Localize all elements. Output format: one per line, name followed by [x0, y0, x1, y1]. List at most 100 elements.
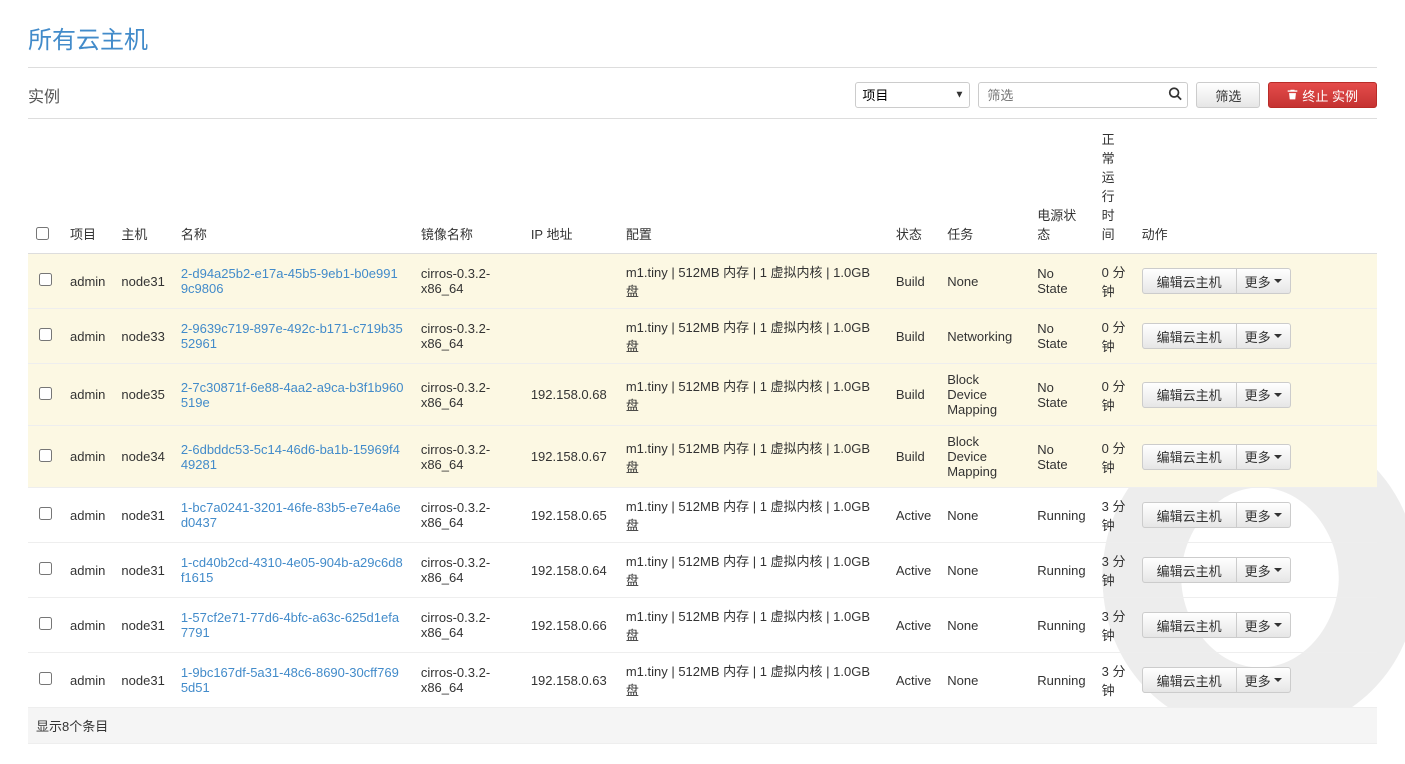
edit-instance-button[interactable]: 编辑云主机	[1142, 612, 1237, 638]
cell-host: node33	[113, 309, 172, 364]
edit-instance-button[interactable]: 编辑云主机	[1142, 268, 1237, 294]
cell-name: 1-cd40b2cd-4310-4e05-904b-a29c6d8f1615	[173, 543, 413, 598]
edit-instance-button[interactable]: 编辑云主机	[1142, 667, 1237, 693]
terminate-button[interactable]: 终止 实例	[1268, 82, 1377, 108]
row-checkbox[interactable]	[39, 273, 52, 286]
footer-summary: 显示8个条目	[28, 708, 1377, 744]
instance-link[interactable]: 2-9639c719-897e-492c-b171-c719b3552961	[181, 321, 403, 351]
cell-uptime: 0 分钟	[1094, 426, 1134, 488]
cell-config: m1.tiny | 512MB 内存 | 1 虚拟内核 | 1.0GB 盘	[618, 488, 888, 543]
cell-task: None	[939, 653, 1029, 708]
cell-project: admin	[62, 364, 113, 426]
caret-down-icon	[1274, 568, 1282, 572]
more-actions-button[interactable]: 更多	[1237, 268, 1291, 294]
edit-instance-button[interactable]: 编辑云主机	[1142, 382, 1237, 408]
row-checkbox[interactable]	[39, 328, 52, 341]
cell-uptime: 0 分钟	[1094, 254, 1134, 309]
cell-task: Block Device Mapping	[939, 364, 1029, 426]
row-checkbox[interactable]	[39, 617, 52, 630]
caret-down-icon	[1274, 334, 1282, 338]
edit-instance-button[interactable]: 编辑云主机	[1142, 557, 1237, 583]
cell-image: cirros-0.3.2-x86_64	[413, 653, 523, 708]
header-checkbox-cell	[28, 119, 62, 254]
select-all-checkbox[interactable]	[36, 227, 49, 240]
edit-instance-button[interactable]: 编辑云主机	[1142, 502, 1237, 528]
cell-name: 2-7c30871f-6e88-4aa2-a9ca-b3f1b960519e	[173, 364, 413, 426]
cell-status: Active	[888, 543, 939, 598]
terminate-label: 终止 实例	[1302, 86, 1358, 105]
table-row: admin node31 1-bc7a0241-3201-46fe-83b5-e…	[28, 488, 1377, 543]
instance-link[interactable]: 2-6dbddc53-5c14-46d6-ba1b-15969f449281	[181, 442, 400, 472]
cell-status: Active	[888, 488, 939, 543]
cell-host: node35	[113, 364, 172, 426]
table-title: 实例	[28, 83, 60, 107]
row-checkbox[interactable]	[39, 387, 52, 400]
cell-config: m1.tiny | 512MB 内存 | 1 虚拟内核 | 1.0GB 盘	[618, 543, 888, 598]
cell-power: No State	[1029, 426, 1093, 488]
cell-host: node31	[113, 488, 172, 543]
table-row: admin node31 1-cd40b2cd-4310-4e05-904b-a…	[28, 543, 1377, 598]
cell-name: 2-d94a25b2-e17a-45b5-9eb1-b0e9919c9806	[173, 254, 413, 309]
instance-link[interactable]: 1-bc7a0241-3201-46fe-83b5-e7e4a6ed0437	[181, 500, 401, 530]
cell-image: cirros-0.3.2-x86_64	[413, 543, 523, 598]
cell-ip: 192.158.0.68	[523, 364, 618, 426]
cell-project: admin	[62, 543, 113, 598]
cell-image: cirros-0.3.2-x86_64	[413, 309, 523, 364]
edit-instance-button[interactable]: 编辑云主机	[1142, 444, 1237, 470]
more-actions-button[interactable]: 更多	[1237, 323, 1291, 349]
caret-down-icon	[1274, 279, 1282, 283]
instances-table: 项目 主机 名称 镜像名称 IP 地址 配置 状态 任务 电源状态 正常运行时间…	[28, 118, 1377, 744]
cell-name: 1-bc7a0241-3201-46fe-83b5-e7e4a6ed0437	[173, 488, 413, 543]
more-actions-button[interactable]: 更多	[1237, 444, 1291, 470]
cell-config: m1.tiny | 512MB 内存 | 1 虚拟内核 | 1.0GB 盘	[618, 364, 888, 426]
cell-status: Build	[888, 364, 939, 426]
edit-instance-button[interactable]: 编辑云主机	[1142, 323, 1237, 349]
cell-power: Running	[1029, 653, 1093, 708]
cell-ip: 192.158.0.65	[523, 488, 618, 543]
table-row: admin node35 2-7c30871f-6e88-4aa2-a9ca-b…	[28, 364, 1377, 426]
row-checkbox[interactable]	[39, 449, 52, 462]
row-checkbox[interactable]	[39, 562, 52, 575]
search-input[interactable]	[978, 82, 1188, 108]
instance-link[interactable]: 1-9bc167df-5a31-48c6-8690-30cff7695d51	[181, 665, 399, 695]
more-actions-button[interactable]: 更多	[1237, 557, 1291, 583]
table-row: admin node33 2-9639c719-897e-492c-b171-c…	[28, 309, 1377, 364]
table-header: 实例 项目 ▼ 筛选 终止 实例	[28, 82, 1377, 108]
filter-select[interactable]: 项目	[855, 82, 970, 108]
filter-button[interactable]: 筛选	[1196, 82, 1260, 108]
cell-status: Active	[888, 598, 939, 653]
table-row: admin node31 1-57cf2e71-77d6-4bfc-a63c-6…	[28, 598, 1377, 653]
more-actions-button[interactable]: 更多	[1237, 382, 1291, 408]
cell-power: No State	[1029, 254, 1093, 309]
instance-link[interactable]: 1-cd40b2cd-4310-4e05-904b-a29c6d8f1615	[181, 555, 403, 585]
header-row: 项目 主机 名称 镜像名称 IP 地址 配置 状态 任务 电源状态 正常运行时间…	[28, 119, 1377, 254]
cell-host: node31	[113, 543, 172, 598]
table-row: admin node34 2-6dbddc53-5c14-46d6-ba1b-1…	[28, 426, 1377, 488]
row-checkbox[interactable]	[39, 507, 52, 520]
more-actions-button[interactable]: 更多	[1237, 502, 1291, 528]
cell-power: No State	[1029, 309, 1093, 364]
row-checkbox[interactable]	[39, 672, 52, 685]
cell-uptime: 3 分钟	[1094, 653, 1134, 708]
cell-power: No State	[1029, 364, 1093, 426]
instance-link[interactable]: 1-57cf2e71-77d6-4bfc-a63c-625d1efa7791	[181, 610, 399, 640]
cell-task: None	[939, 598, 1029, 653]
more-actions-button[interactable]: 更多	[1237, 612, 1291, 638]
cell-task: None	[939, 543, 1029, 598]
col-host: 主机	[113, 119, 172, 254]
col-config: 配置	[618, 119, 888, 254]
col-status: 状态	[888, 119, 939, 254]
more-actions-button[interactable]: 更多	[1237, 667, 1291, 693]
caret-down-icon	[1274, 393, 1282, 397]
instance-link[interactable]: 2-d94a25b2-e17a-45b5-9eb1-b0e9919c9806	[181, 266, 398, 296]
cell-image: cirros-0.3.2-x86_64	[413, 598, 523, 653]
trash-icon	[1287, 88, 1298, 103]
cell-config: m1.tiny | 512MB 内存 | 1 虚拟内核 | 1.0GB 盘	[618, 598, 888, 653]
cell-actions: 编辑云主机 更多	[1134, 653, 1377, 708]
cell-task: Networking	[939, 309, 1029, 364]
cell-task: None	[939, 488, 1029, 543]
cell-config: m1.tiny | 512MB 内存 | 1 虚拟内核 | 1.0GB 盘	[618, 426, 888, 488]
instance-link[interactable]: 2-7c30871f-6e88-4aa2-a9ca-b3f1b960519e	[181, 380, 404, 410]
cell-project: admin	[62, 598, 113, 653]
cell-actions: 编辑云主机 更多	[1134, 364, 1377, 426]
